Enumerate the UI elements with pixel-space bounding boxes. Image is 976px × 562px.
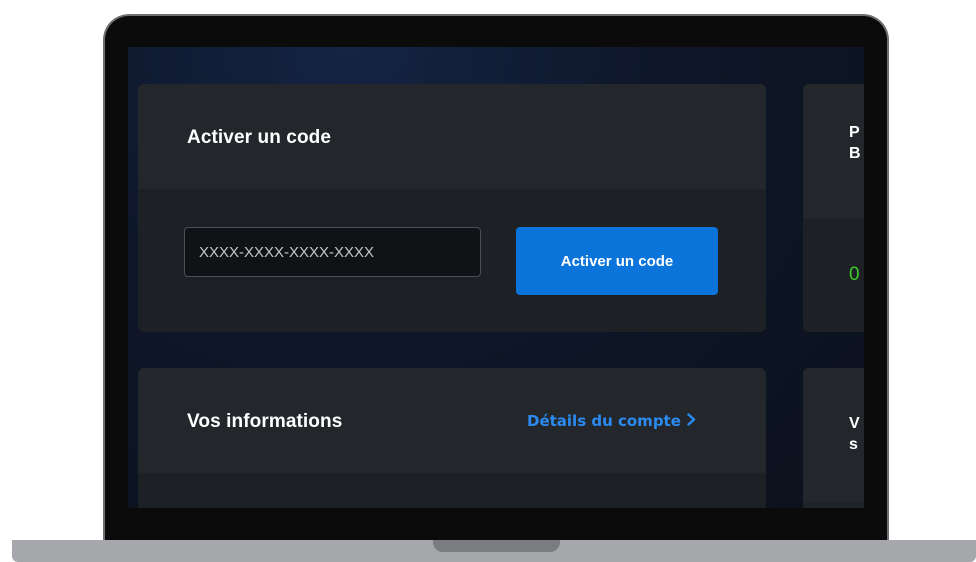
account-info-title: Vos informations	[187, 411, 343, 432]
balance-card: P B 0	[803, 84, 864, 332]
account-info-card-body	[138, 473, 766, 508]
balance-card-body: 0	[803, 218, 864, 332]
secondary-card: V s	[803, 368, 864, 508]
account-details-label: Détails du compte	[527, 412, 681, 430]
activate-code-title: Activer un code	[187, 127, 332, 148]
secondary-card-title: V s	[849, 415, 860, 453]
balance-card-header: P B	[803, 84, 864, 218]
balance-value: 0	[849, 264, 860, 285]
chevron-right-icon	[687, 412, 696, 430]
code-input[interactable]	[184, 227, 481, 277]
secondary-card-header: V s	[803, 368, 864, 502]
activate-code-button[interactable]: Activer un code	[516, 227, 718, 295]
account-info-card: Vos informations Détails du compte	[138, 368, 766, 508]
activate-code-card: Activer un code Activer un code	[138, 84, 766, 332]
app-screen: Activer un code Activer un code Vos info…	[128, 47, 864, 508]
balance-card-title: P B	[849, 124, 861, 162]
account-info-card-header: Vos informations Détails du compte	[138, 368, 766, 473]
laptop-notch	[433, 540, 560, 552]
account-details-link[interactable]: Détails du compte	[527, 412, 696, 430]
activate-code-card-header: Activer un code	[138, 84, 766, 189]
